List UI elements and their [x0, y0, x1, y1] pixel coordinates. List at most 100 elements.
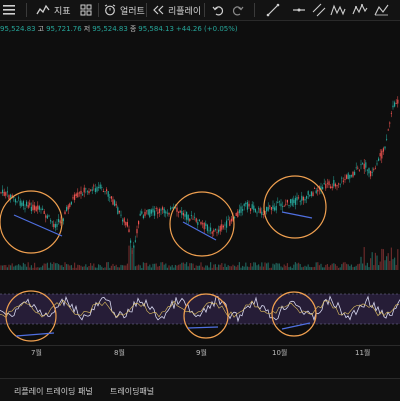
layout-grid-button[interactable]: [80, 2, 92, 18]
volume-bar: [333, 263, 335, 270]
candle-body: [206, 224, 208, 231]
volume-bar: [104, 267, 106, 270]
bottom-panel: 리플레이 트레이딩 패널 트레이딩패널: [0, 378, 400, 401]
volume-bar: [331, 263, 333, 270]
candle-body: [357, 167, 359, 169]
candle-body: [254, 208, 256, 213]
volume-bar: [326, 264, 328, 270]
candle-body: [85, 188, 87, 190]
x-tick-label: 7월: [31, 349, 42, 357]
trading-panel-tab[interactable]: 트레이딩패널: [110, 386, 154, 397]
candle-body: [392, 105, 394, 108]
candle-body: [211, 231, 213, 234]
replay-button[interactable]: 리플레이: [152, 2, 201, 18]
candle-body: [296, 196, 298, 201]
volume-bar: [80, 265, 82, 270]
volume-bar: [158, 265, 160, 270]
trend-channel-tool[interactable]: [312, 2, 326, 18]
candle-body: [347, 173, 349, 180]
volume-bar: [134, 266, 136, 270]
candle-body: [258, 208, 260, 210]
candle-body: [78, 192, 80, 194]
candle-body: [45, 215, 47, 218]
candle-body: [355, 167, 357, 169]
volume-bar: [91, 265, 93, 270]
volume-bar: [304, 265, 306, 270]
volume-bar: [294, 262, 296, 270]
candle-body: [102, 191, 104, 192]
trend-line-tool[interactable]: [266, 2, 280, 18]
candle-body: [46, 215, 48, 219]
volume-bar: [202, 266, 204, 270]
volume-bar: [112, 263, 114, 270]
divergence-line[interactable]: [187, 326, 219, 329]
price-chart[interactable]: [0, 20, 400, 360]
volume-bar: [154, 263, 156, 270]
volume-bar: [163, 264, 165, 270]
projection-tool[interactable]: [374, 2, 390, 18]
divergence-line[interactable]: [281, 211, 313, 219]
candle-body: [134, 240, 136, 242]
candle-body: [184, 214, 186, 217]
volume-bar: [197, 265, 199, 270]
undo-button[interactable]: [212, 2, 224, 18]
candle-body: [283, 205, 285, 207]
candle-body: [349, 174, 351, 179]
volume-bar: [210, 262, 212, 270]
projection-icon: [374, 4, 389, 16]
candle-body: [0, 192, 2, 194]
candle-body: [126, 222, 128, 227]
volume-bar: [203, 267, 205, 270]
volume-bar: [138, 264, 140, 270]
volume-bar: [160, 262, 162, 270]
candle-body: [259, 208, 261, 214]
candle-body: [266, 206, 268, 212]
hamburger-menu-icon[interactable]: [2, 2, 16, 18]
candle-body: [277, 202, 279, 203]
volume-bar: [315, 262, 317, 270]
candle-body: [298, 197, 300, 199]
candle-body: [366, 169, 368, 171]
horizontal-line-tool[interactable]: [292, 2, 306, 18]
redo-button[interactable]: [232, 2, 244, 18]
volume-bar: [102, 267, 104, 270]
volume-bar: [198, 265, 200, 270]
grid-icon: [80, 4, 92, 16]
candle-body: [299, 200, 301, 202]
x-tick-label: 9월: [196, 349, 207, 357]
volume-bar: [307, 264, 309, 270]
candle-body: [253, 205, 255, 211]
volume-bar: [58, 264, 60, 270]
volume-bar: [320, 263, 322, 270]
volume-bar: [235, 266, 237, 270]
alert-button[interactable]: 얼러트: [104, 2, 145, 18]
candle-body: [34, 205, 36, 210]
replay-trading-panel-tab[interactable]: 리플레이 트레이딩 패널: [14, 386, 93, 397]
candle-body: [323, 183, 325, 185]
candle-body: [397, 99, 399, 104]
candle-body: [21, 202, 23, 206]
candle-body: [107, 191, 109, 197]
candle-body: [386, 138, 388, 140]
volume-bar: [35, 267, 37, 270]
candle-body: [267, 207, 269, 211]
indicators-button[interactable]: 지표: [36, 2, 71, 18]
volume-bar: [101, 266, 103, 270]
candle-body: [150, 209, 152, 214]
candle-body: [251, 204, 253, 209]
candle-body: [80, 190, 82, 195]
elliott-wave-tool[interactable]: [352, 2, 368, 18]
candle-body: [395, 103, 397, 104]
candle-body: [27, 205, 29, 208]
candle-body: [146, 210, 148, 212]
candle-body: [285, 203, 287, 205]
candle-body: [216, 232, 218, 234]
candle-body: [286, 199, 288, 203]
volume-bar: [117, 267, 119, 270]
candle-body: [208, 230, 210, 232]
pattern-tool[interactable]: [330, 2, 346, 18]
candle-body: [38, 206, 40, 210]
volume-bar: [110, 265, 112, 270]
volume-bar: [22, 262, 24, 270]
volume-bar: [192, 263, 194, 270]
